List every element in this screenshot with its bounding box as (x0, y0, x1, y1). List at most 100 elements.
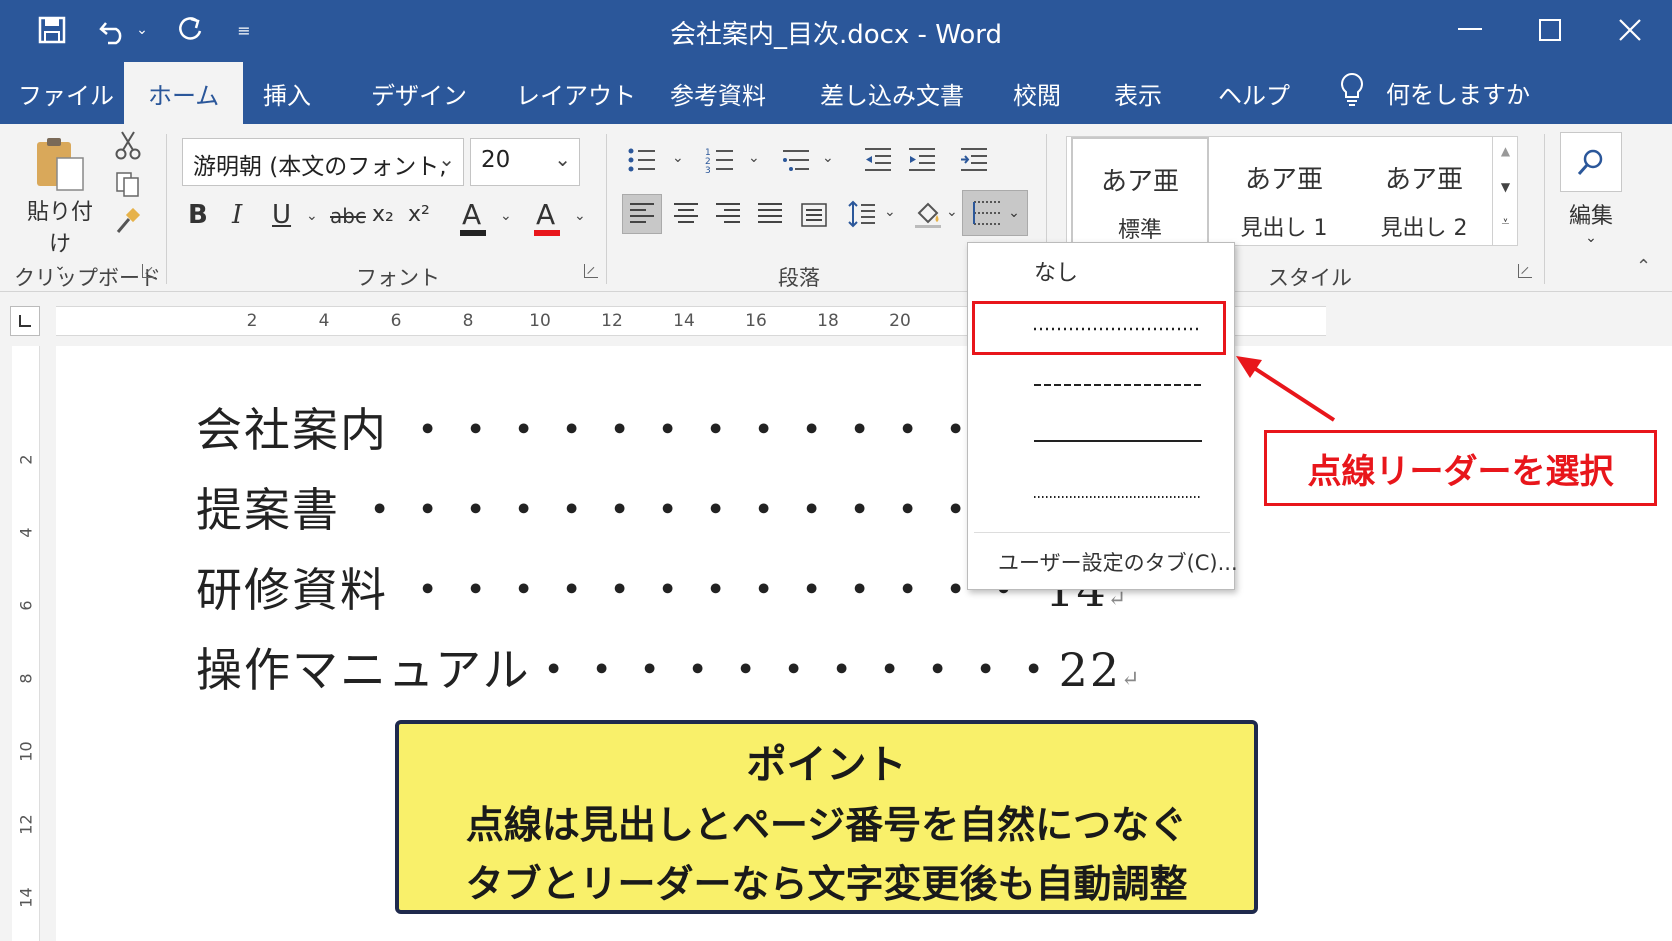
cut-icon[interactable] (114, 130, 144, 160)
decrease-indent-icon[interactable] (858, 140, 898, 180)
numbering-icon[interactable]: 123 (700, 140, 740, 180)
styles-launcher-icon[interactable] (1518, 264, 1532, 278)
paragraph-mark-icon: ↵ (1107, 587, 1127, 612)
vertical-ruler-number: 2 (16, 454, 36, 465)
chevron-down-icon[interactable]: ⌄ (672, 150, 684, 166)
styles-group-label: スタイル (1268, 266, 1352, 290)
custom-tab-menu-item[interactable]: ユーザー設定のタブ(C)... (998, 547, 1238, 577)
tab-home[interactable]: ホーム (124, 62, 244, 124)
underline-button[interactable]: U (272, 200, 291, 230)
copy-icon[interactable] (114, 170, 144, 200)
more-styles-icon[interactable]: ⩡ (1493, 208, 1518, 244)
style-heading-2[interactable]: あア亜 見出し 2 (1355, 137, 1493, 247)
tab-file[interactable]: ファイル (18, 76, 114, 111)
leader-none-label: なし (1034, 261, 1079, 286)
format-painter-icon[interactable] (114, 207, 144, 238)
chevron-down-icon: ⌄ (438, 147, 455, 171)
toc-line: 操作マニュアル・・・・・・・・・・・22↵ (196, 634, 1140, 700)
ruler-number: 16 (745, 311, 767, 331)
highlight-color-icon[interactable]: A (456, 196, 490, 240)
line-spacing-icon[interactable] (842, 194, 882, 234)
scroll-up-icon[interactable]: ▲ (1493, 136, 1518, 172)
style-heading-1[interactable]: あア亜 見出し 1 (1215, 137, 1353, 247)
scroll-down-icon[interactable]: ▼ (1493, 172, 1518, 208)
superscript-button[interactable]: x² (408, 202, 430, 227)
leader-solid[interactable] (968, 413, 1236, 469)
dashed-leader-icon (1034, 384, 1202, 386)
ruler-number: 12 (601, 311, 623, 331)
toc-line: 会社案内 ・・・・・・・・・・・・・ 3↵ (196, 394, 1095, 460)
maximize-icon[interactable] (1520, 8, 1580, 52)
tab-insert[interactable]: 挿入 (263, 76, 311, 111)
chevron-down-icon[interactable]: ⌄ (500, 208, 512, 224)
font-name-combo[interactable]: 游明朝 (本文のフォント, ⌄ (182, 138, 464, 186)
multilevel-list-icon[interactable] (776, 140, 816, 180)
tab-selector-icon[interactable] (10, 306, 40, 336)
chevron-down-icon[interactable]: ⌄ (748, 150, 760, 166)
italic-button[interactable]: I (232, 200, 242, 230)
tab-leader-menu: なし ユーザー設定のタブ(C)... (967, 242, 1238, 590)
font-size-combo[interactable]: 20 ⌄ (470, 138, 580, 186)
sort-icon[interactable] (954, 140, 994, 180)
distributed-button[interactable] (794, 194, 834, 234)
style-name: 見出し 2 (1380, 216, 1468, 241)
paragraph-group-label: 段落 (778, 266, 820, 290)
search-icon (1560, 132, 1622, 192)
paste-button[interactable]: 貼り付け ⌄ (20, 136, 100, 274)
toc-text: 会社案内 ・・・・・・・・・・・・・ 3 (196, 403, 1077, 457)
ruler-number: 8 (462, 311, 474, 331)
editing-button[interactable]: 編集 ⌄ (1560, 132, 1622, 252)
divider (974, 532, 1230, 533)
arrow-icon (1236, 356, 1336, 422)
increase-indent-icon[interactable] (902, 140, 942, 180)
leader-dashed[interactable] (968, 357, 1236, 413)
font-launcher-icon[interactable] (584, 264, 598, 278)
shading-icon[interactable] (908, 194, 948, 234)
minimize-icon[interactable] (1440, 8, 1500, 52)
collapse-ribbon-icon[interactable]: ⌃ (1636, 256, 1651, 277)
leader-none[interactable]: なし (968, 243, 1236, 299)
close-icon[interactable] (1600, 8, 1660, 52)
toc-line: 提案書 ・・・・・・・・・・・・・ 8↵ (196, 474, 1047, 540)
svg-text:A: A (462, 198, 481, 231)
leader-dot-dash[interactable] (968, 469, 1236, 525)
point-title: ポイント (746, 742, 907, 788)
tab-layout[interactable]: レイアウト (516, 76, 636, 111)
align-left-button[interactable] (622, 194, 662, 234)
vertical-ruler-number: 6 (16, 600, 36, 611)
strikethrough-button[interactable]: abc (330, 204, 366, 228)
chevron-down-icon[interactable]: ⌄ (574, 208, 586, 224)
font-color-icon[interactable]: A (530, 196, 564, 240)
style-name: 標準 (1117, 218, 1162, 243)
justify-button[interactable] (750, 194, 790, 234)
borders-tab-leader-button[interactable]: ⌄ (962, 190, 1028, 236)
tab-mailings[interactable]: 差し込み文書 (820, 76, 964, 111)
toc-text: 提案書 ・・・・・・・・・・・・・ 8 (196, 483, 1029, 537)
tab-references[interactable]: 参考資料 (670, 76, 766, 111)
ruler-number: 14 (673, 311, 695, 331)
align-right-button[interactable] (708, 194, 748, 234)
bold-button[interactable]: B (188, 200, 208, 230)
tab-view[interactable]: 表示 (1114, 76, 1162, 111)
vertical-ruler[interactable]: 2 4 6 8 10 12 14 (12, 346, 40, 941)
chevron-down-icon[interactable]: ⌄ (884, 204, 896, 220)
chevron-down-icon[interactable]: ⌄ (822, 150, 834, 166)
divider (606, 134, 607, 284)
tab-help[interactable]: ヘルプ (1218, 76, 1290, 111)
chevron-down-icon[interactable]: ⌄ (946, 204, 958, 220)
align-center-button[interactable] (666, 194, 706, 234)
vertical-ruler-number: 14 (16, 887, 36, 908)
style-normal[interactable]: あア亜 標準 (1071, 137, 1209, 247)
tab-design[interactable]: デザイン (371, 76, 467, 111)
point-line: 点線は見出しとページ番号を自然につなぐ (465, 803, 1188, 847)
clipboard-launcher-icon[interactable] (142, 264, 156, 278)
tell-me-box[interactable]: 何をしますか (1340, 72, 1530, 112)
underline-dropdown-icon[interactable]: ⌄ (306, 208, 318, 224)
bullets-icon[interactable] (622, 140, 662, 180)
chevron-down-icon: ⌄ (1585, 230, 1597, 246)
tab-review[interactable]: 校閲 (1013, 76, 1061, 111)
toc-text: 操作マニュアル・・・・・・・・・・・22 (196, 643, 1122, 697)
font-size-value: 20 (481, 147, 511, 173)
subscript-button[interactable]: x₂ (372, 202, 394, 227)
dot-dash-leader-icon (1034, 496, 1202, 498)
